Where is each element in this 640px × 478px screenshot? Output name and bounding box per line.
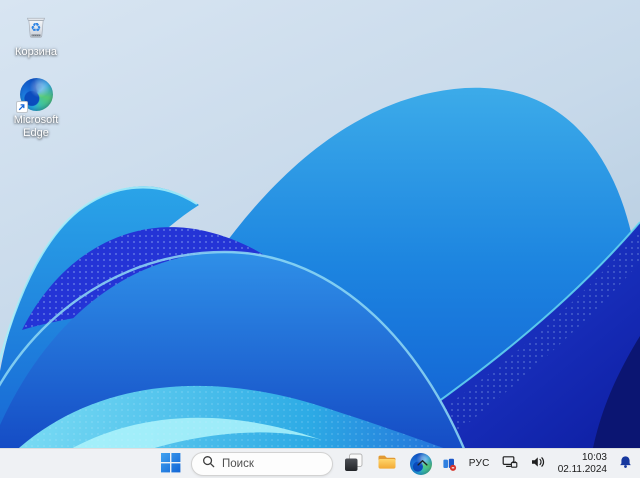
desktop-icon-microsoft-edge[interactable]: Microsoft Edge [2,74,70,141]
chevron-up-icon [416,456,429,471]
clock-time: 10:03 [582,452,607,464]
wallpaper-bloom [0,0,640,478]
desktop-icon-recycle-bin[interactable]: ♻ Корзина [2,6,70,61]
language-label: РУС [469,458,490,469]
svg-text:♻: ♻ [31,21,42,35]
edge-icon [18,76,54,112]
desktop-icon-label: Корзина [15,46,57,59]
ethernet-network-icon [502,454,518,473]
volume-button[interactable] [528,452,548,475]
shortcut-arrow-icon [16,101,28,113]
start-button[interactable] [158,450,183,478]
notification-center-button[interactable] [617,453,634,474]
clock-date: 02.11.2024 [558,464,607,476]
tray-status-icon [441,456,457,472]
search-placeholder: Поиск [222,458,254,470]
magnifier-icon [202,455,215,473]
file-explorer-folder-icon [376,451,398,476]
task-view-button[interactable] [341,450,366,478]
network-button[interactable] [500,452,520,475]
file-explorer-button[interactable] [374,449,400,478]
language-indicator[interactable]: РУС [467,456,492,471]
clock[interactable]: 10:03 02.11.2024 [556,450,609,477]
tray-chevron-button[interactable] [414,454,431,473]
speaker-icon [530,454,546,473]
desktop: ♻ Корзина Microsoft Edge [0,0,640,478]
taskbar-center-group: Поиск [158,449,434,478]
windows-logo-icon [160,452,181,476]
taskbar-tray: РУС [414,449,634,478]
task-view-icon [343,452,364,476]
recycle-bin-icon: ♻ [18,8,54,44]
search-box[interactable]: Поиск [191,452,333,476]
desktop-icon-label: Microsoft Edge [2,114,70,139]
taskbar: Поиск [0,448,640,478]
notification-bell-icon [619,455,632,472]
tray-status-button[interactable] [439,454,459,474]
